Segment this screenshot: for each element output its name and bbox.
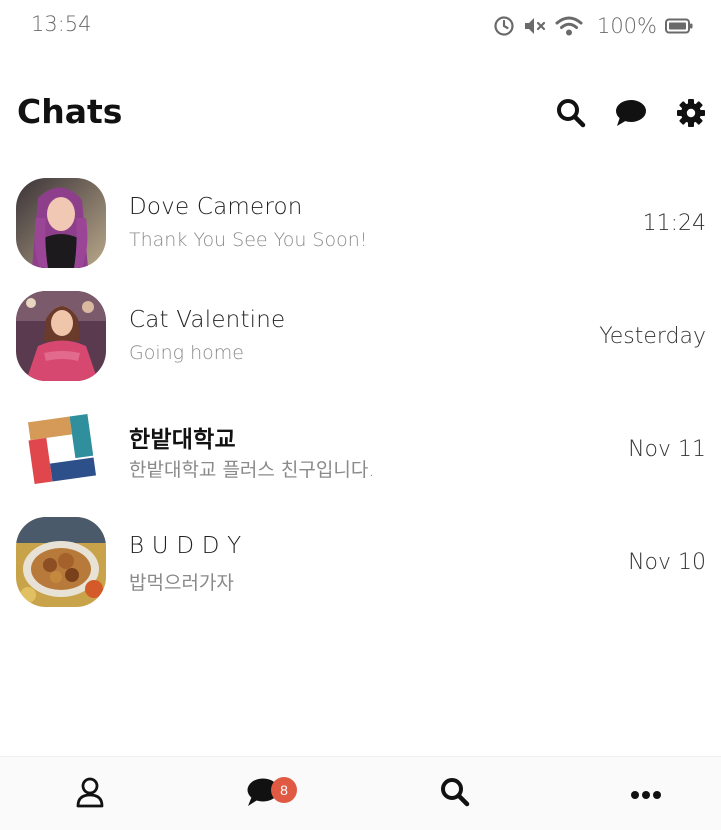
- nav-search[interactable]: [365, 757, 545, 830]
- nav-more[interactable]: [556, 757, 721, 830]
- chat-time: 11:24: [642, 211, 706, 236]
- app-header: Chats: [0, 88, 721, 144]
- chat-item[interactable]: 한밭대학교 한밭대학교 플러스 친구입니다. Nov 11: [0, 394, 721, 506]
- chat-preview: Going home: [129, 342, 244, 364]
- status-bar: 13:54 100%: [0, 0, 721, 52]
- avatar: [16, 291, 106, 381]
- chat-preview: 밥먹으러가자: [129, 572, 234, 594]
- unread-badge: 8: [271, 777, 297, 803]
- status-icons: 100%: [493, 11, 693, 41]
- chat-bubble-icon: [615, 98, 647, 132]
- search-button[interactable]: [554, 98, 588, 132]
- more-icon: [630, 785, 662, 804]
- settings-button[interactable]: [674, 98, 708, 132]
- chat-name: Dove Cameron: [129, 194, 303, 220]
- nav-chats[interactable]: 8: [173, 757, 353, 830]
- chat-time: Nov 11: [628, 437, 706, 462]
- status-time: 13:54: [31, 12, 92, 36]
- chat-name: 한밭대학교: [129, 427, 236, 453]
- chat-preview: 한밭대학교 플러스 친구입니다.: [129, 459, 375, 481]
- person-icon: [75, 776, 105, 812]
- battery-percent: 100%: [596, 14, 657, 38]
- search-icon: [439, 776, 471, 812]
- mute-icon: [523, 15, 547, 37]
- alarm-icon: [493, 15, 515, 37]
- chat-time: Yesterday: [599, 324, 706, 349]
- chat-preview: Thank You See You Soon!: [129, 229, 368, 251]
- chat-item[interactable]: Dove Cameron Thank You See You Soon! 11:…: [0, 168, 721, 280]
- avatar: [16, 517, 106, 607]
- wifi-icon: [555, 15, 583, 37]
- chat-name: B U D D Y: [129, 533, 242, 559]
- new-chat-button[interactable]: [614, 98, 648, 132]
- bottom-nav: 8: [0, 756, 721, 830]
- chat-name: Cat Valentine: [129, 307, 286, 333]
- university-logo: [16, 404, 106, 494]
- search-icon: [555, 97, 587, 133]
- chat-time: Nov 10: [628, 550, 706, 575]
- battery-icon: [665, 18, 693, 34]
- page-title: Chats: [17, 92, 123, 131]
- chat-item[interactable]: B U D D Y 밥먹으러가자 Nov 10: [0, 507, 721, 619]
- chat-item[interactable]: Cat Valentine Going home Yesterday: [0, 281, 721, 393]
- gear-icon: [676, 98, 706, 132]
- avatar: [16, 178, 106, 268]
- nav-friends[interactable]: [0, 757, 180, 830]
